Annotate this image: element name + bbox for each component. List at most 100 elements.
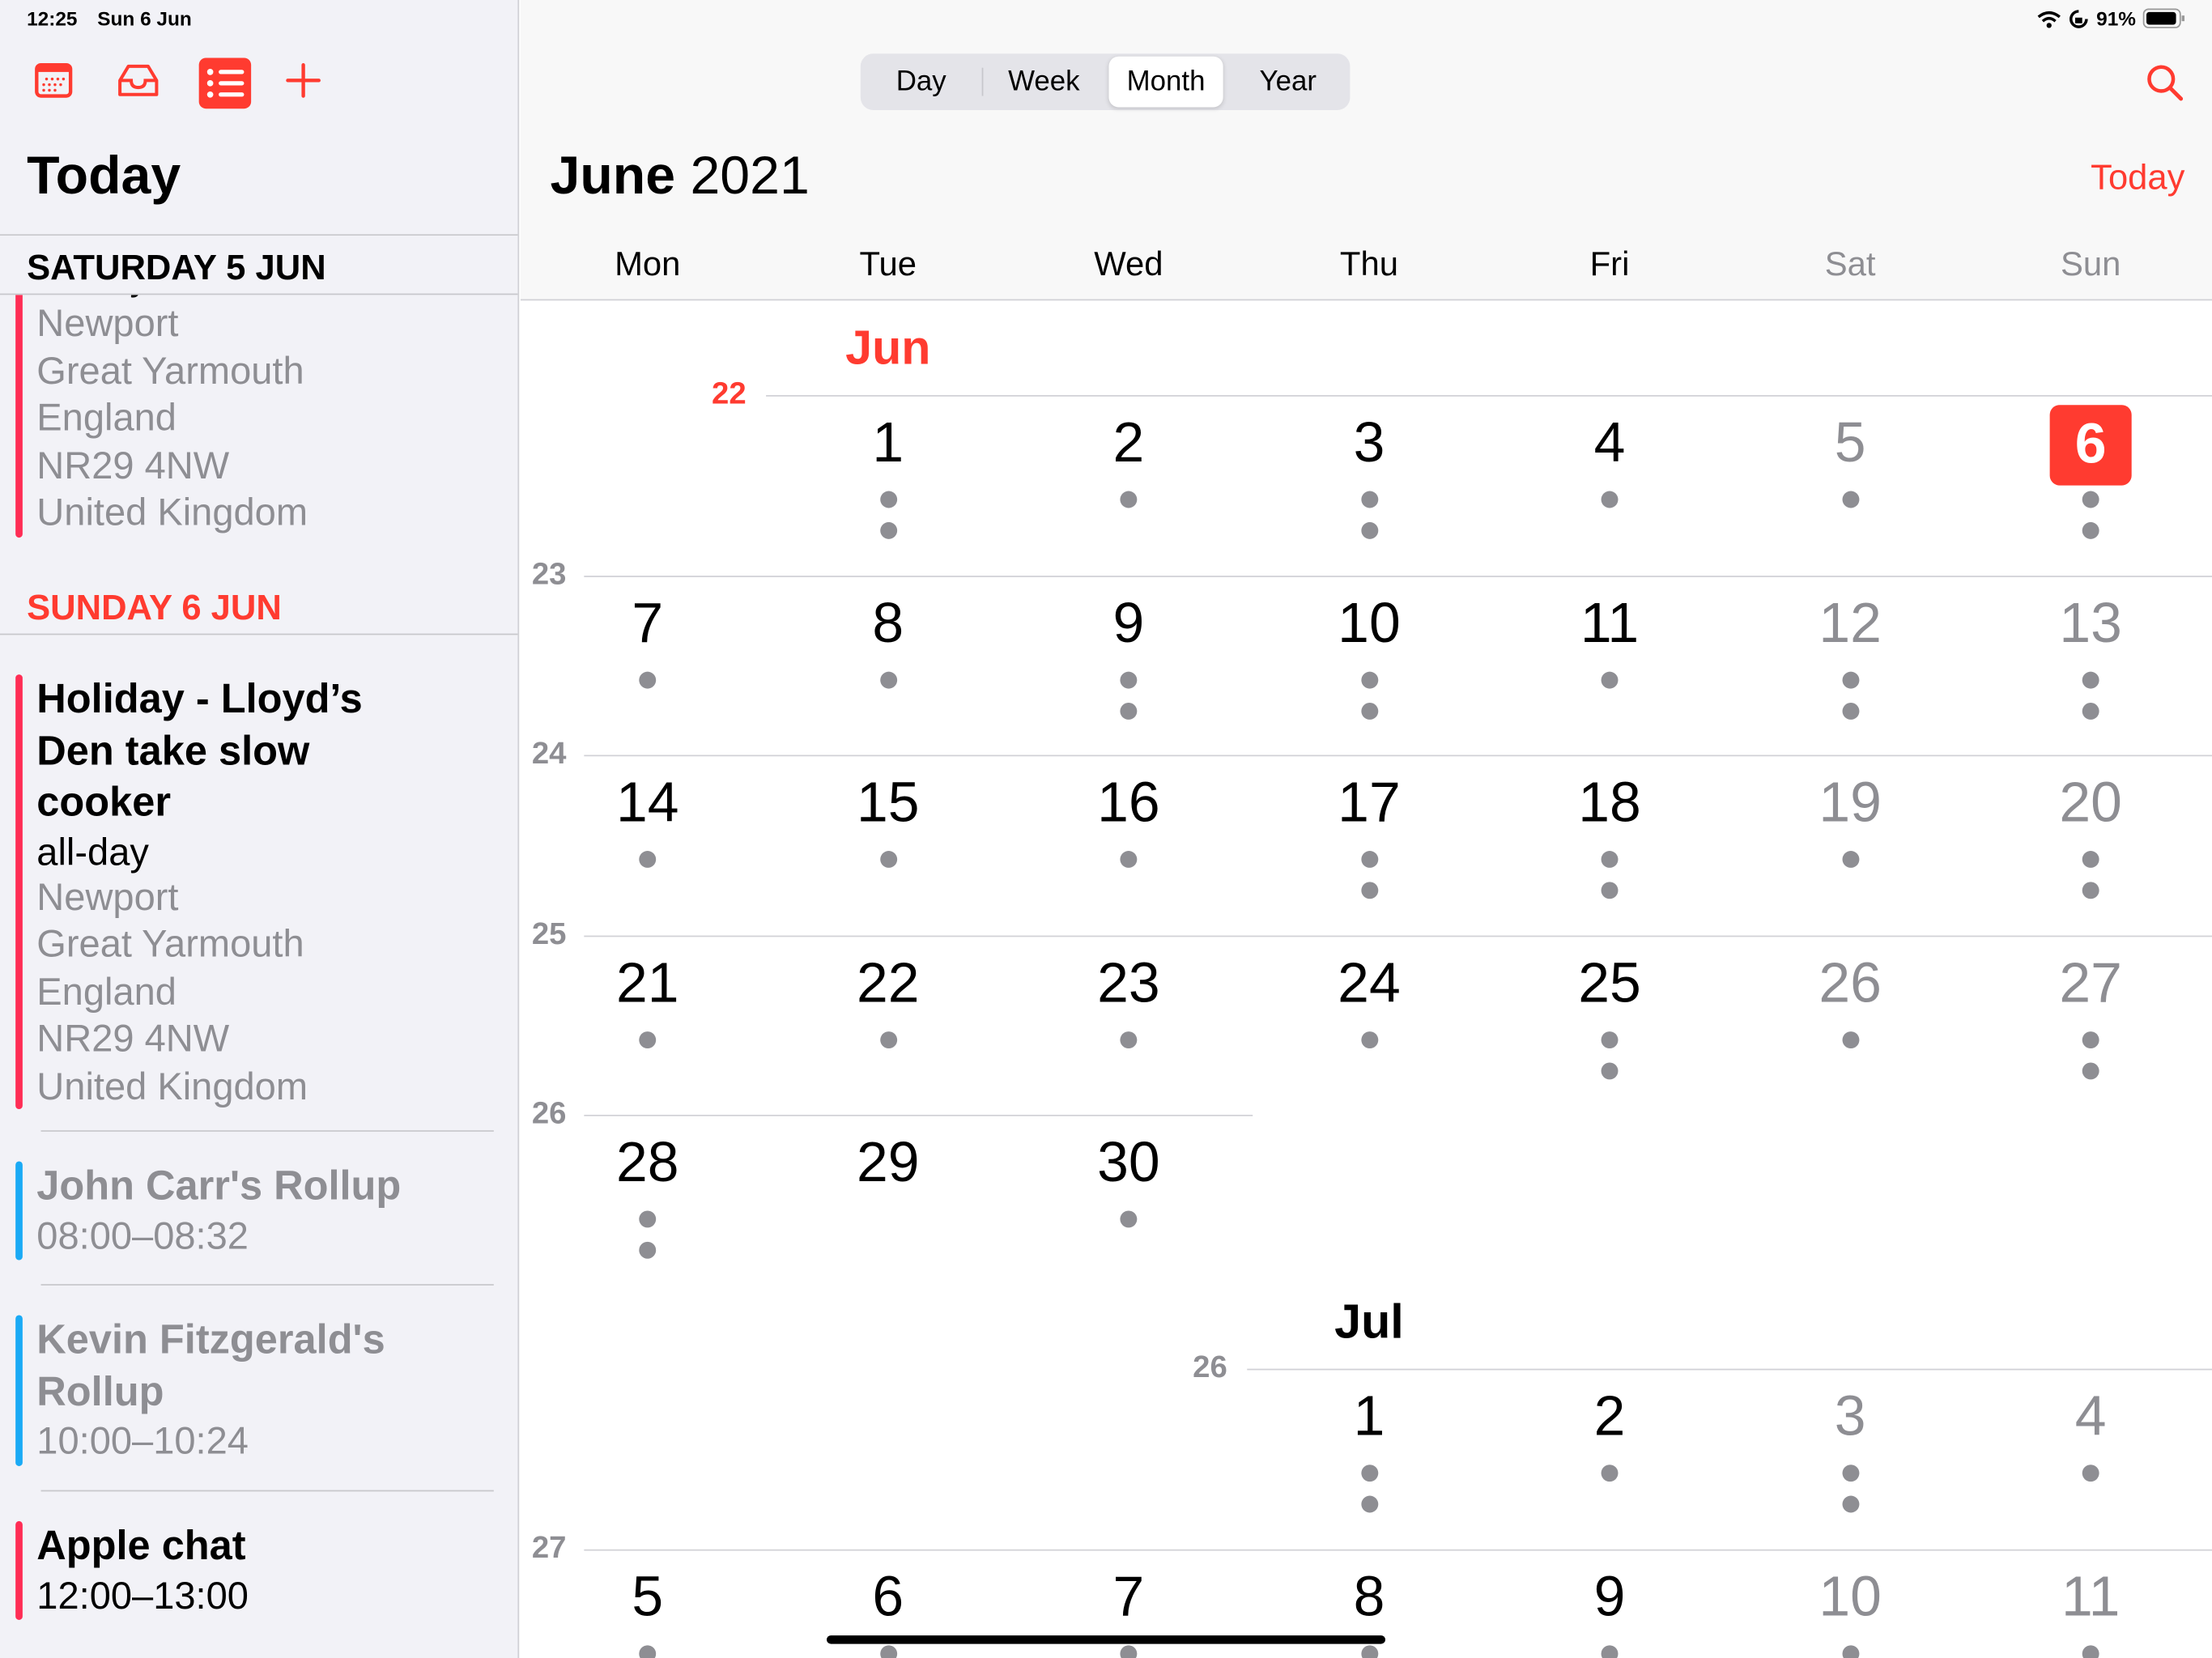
event-dot [639, 1241, 657, 1259]
search-icon[interactable] [2146, 63, 2185, 110]
day-30[interactable]: 30 [1009, 1132, 1249, 1195]
day-9[interactable]: 9 [1490, 1567, 1729, 1630]
event-dot [2082, 1465, 2099, 1482]
day-19[interactable]: 19 [1730, 772, 1970, 835]
day-28[interactable]: 28 [528, 1132, 768, 1195]
home-indicator[interactable] [827, 1635, 1385, 1644]
week-number: 22 [712, 375, 747, 411]
event-location: Newport Great Yarmouth England NR29 4NW … [36, 301, 308, 534]
event-item[interactable]: all-day Newport Great Yarmouth England N… [15, 255, 504, 538]
day-16[interactable]: 16 [1009, 772, 1249, 835]
week-divider [584, 575, 2212, 577]
event-item[interactable]: Apple chat 12:00–13:00 [15, 1520, 504, 1620]
event-dot [1360, 1495, 1378, 1513]
list-icon[interactable] [198, 57, 252, 109]
day-3[interactable]: 3 [1730, 1386, 1970, 1449]
event-dot [1601, 1061, 1619, 1079]
day-22[interactable]: 22 [768, 952, 1008, 1015]
event-dot [1360, 1465, 1378, 1482]
day-18[interactable]: 18 [1490, 772, 1729, 835]
weekday-sat: Sat [1824, 245, 1876, 284]
event-dot [1841, 1031, 1859, 1048]
day-8[interactable]: 8 [1249, 1567, 1489, 1630]
day-25[interactable]: 25 [1490, 952, 1729, 1015]
event-dot [1601, 491, 1619, 508]
day-26[interactable]: 26 [1730, 952, 1970, 1015]
tab-day[interactable]: Day [863, 57, 979, 108]
weekday-thu: Thu [1339, 245, 1398, 284]
day-1[interactable]: 1 [768, 412, 1008, 475]
day-7[interactable]: 7 [528, 592, 768, 655]
inbox-icon[interactable] [114, 57, 162, 104]
day-20[interactable]: 20 [1971, 772, 2210, 835]
orientation-lock-icon [2069, 9, 2088, 28]
day-24[interactable]: 24 [1249, 952, 1489, 1015]
week-divider [765, 395, 2212, 397]
today-button[interactable]: Today [2091, 158, 2184, 199]
month-title: June 2021 [550, 147, 810, 206]
sidebar: 12:25 Sun 6 Jun Today all-day Newport Gr… [0, 0, 520, 1658]
day-5[interactable]: 5 [528, 1567, 768, 1630]
day-6[interactable]: 6 [2049, 405, 2132, 486]
day-17[interactable]: 17 [1249, 772, 1489, 835]
event-dot [879, 521, 897, 539]
event-dot [1841, 1645, 1859, 1658]
event-dot [2082, 1645, 2099, 1658]
tab-year[interactable]: Year [1229, 57, 1347, 108]
week-divider [584, 934, 2212, 937]
event-item[interactable]: Holiday - Lloyd’s Den take slow cooker all… [15, 674, 504, 1109]
day-12[interactable]: 12 [1730, 592, 1970, 655]
day-10[interactable]: 10 [1249, 592, 1489, 655]
week-number: 24 [531, 735, 567, 771]
event-dot [1601, 670, 1619, 688]
day-29[interactable]: 29 [768, 1132, 1008, 1195]
day-15[interactable]: 15 [768, 772, 1008, 835]
week-number: 25 [531, 915, 567, 950]
day-4[interactable]: 4 [1490, 412, 1729, 475]
day-3[interactable]: 3 [1249, 412, 1489, 475]
day-1[interactable]: 1 [1249, 1386, 1489, 1449]
sidebar-title: Today [27, 147, 181, 206]
day-21[interactable]: 21 [528, 952, 768, 1015]
event-dot [1601, 851, 1619, 868]
week-number: 23 [531, 555, 567, 591]
event-dot [2082, 491, 2099, 508]
day-23[interactable]: 23 [1009, 952, 1249, 1015]
day-11[interactable]: 11 [1490, 592, 1729, 655]
event-dot [1360, 521, 1378, 539]
event-dot [1841, 491, 1859, 508]
event-dot [1360, 882, 1378, 899]
day-13[interactable]: 13 [1971, 592, 2210, 655]
day-9[interactable]: 9 [1009, 592, 1249, 655]
calendar-icon[interactable] [30, 57, 78, 104]
day-2[interactable]: 2 [1490, 1386, 1729, 1449]
event-item[interactable]: John Carr's Rollup 08:00–08:32 [15, 1161, 504, 1261]
section-header-today: SUNDAY 6 JUN [27, 588, 282, 628]
event-dot [639, 1645, 657, 1658]
tab-month[interactable]: Month [1108, 56, 1223, 108]
day-10[interactable]: 10 [1730, 1567, 1970, 1630]
day-27[interactable]: 27 [1971, 952, 2210, 1015]
event-dot [2082, 851, 2099, 868]
event-dot [1360, 670, 1378, 688]
day-4[interactable]: 4 [1971, 1386, 2210, 1449]
event-title: John Carr's Rollup [36, 1163, 402, 1209]
day-8[interactable]: 8 [768, 592, 1008, 655]
wifi-icon [2037, 11, 2061, 28]
event-item[interactable]: Kevin Fitzgerald's Rollup 10:00–10:24 [15, 1315, 504, 1466]
event-dot [2082, 702, 2099, 720]
day-6[interactable]: 6 [768, 1567, 1008, 1630]
day-2[interactable]: 2 [1009, 412, 1249, 475]
event-dot [639, 1031, 657, 1048]
day-7[interactable]: 7 [1009, 1567, 1249, 1630]
event-dot [1601, 1645, 1619, 1658]
tab-week[interactable]: Week [985, 57, 1103, 108]
day-11[interactable]: 11 [1971, 1567, 2210, 1630]
add-icon[interactable] [279, 57, 327, 104]
day-14[interactable]: 14 [528, 772, 768, 835]
event-dot [1120, 1031, 1138, 1048]
day-5[interactable]: 5 [1730, 412, 1970, 475]
battery-percent: 91% [2096, 6, 2136, 30]
month-label-jul: Jul [1334, 1295, 1404, 1350]
event-title: Apple chat [36, 1524, 246, 1570]
